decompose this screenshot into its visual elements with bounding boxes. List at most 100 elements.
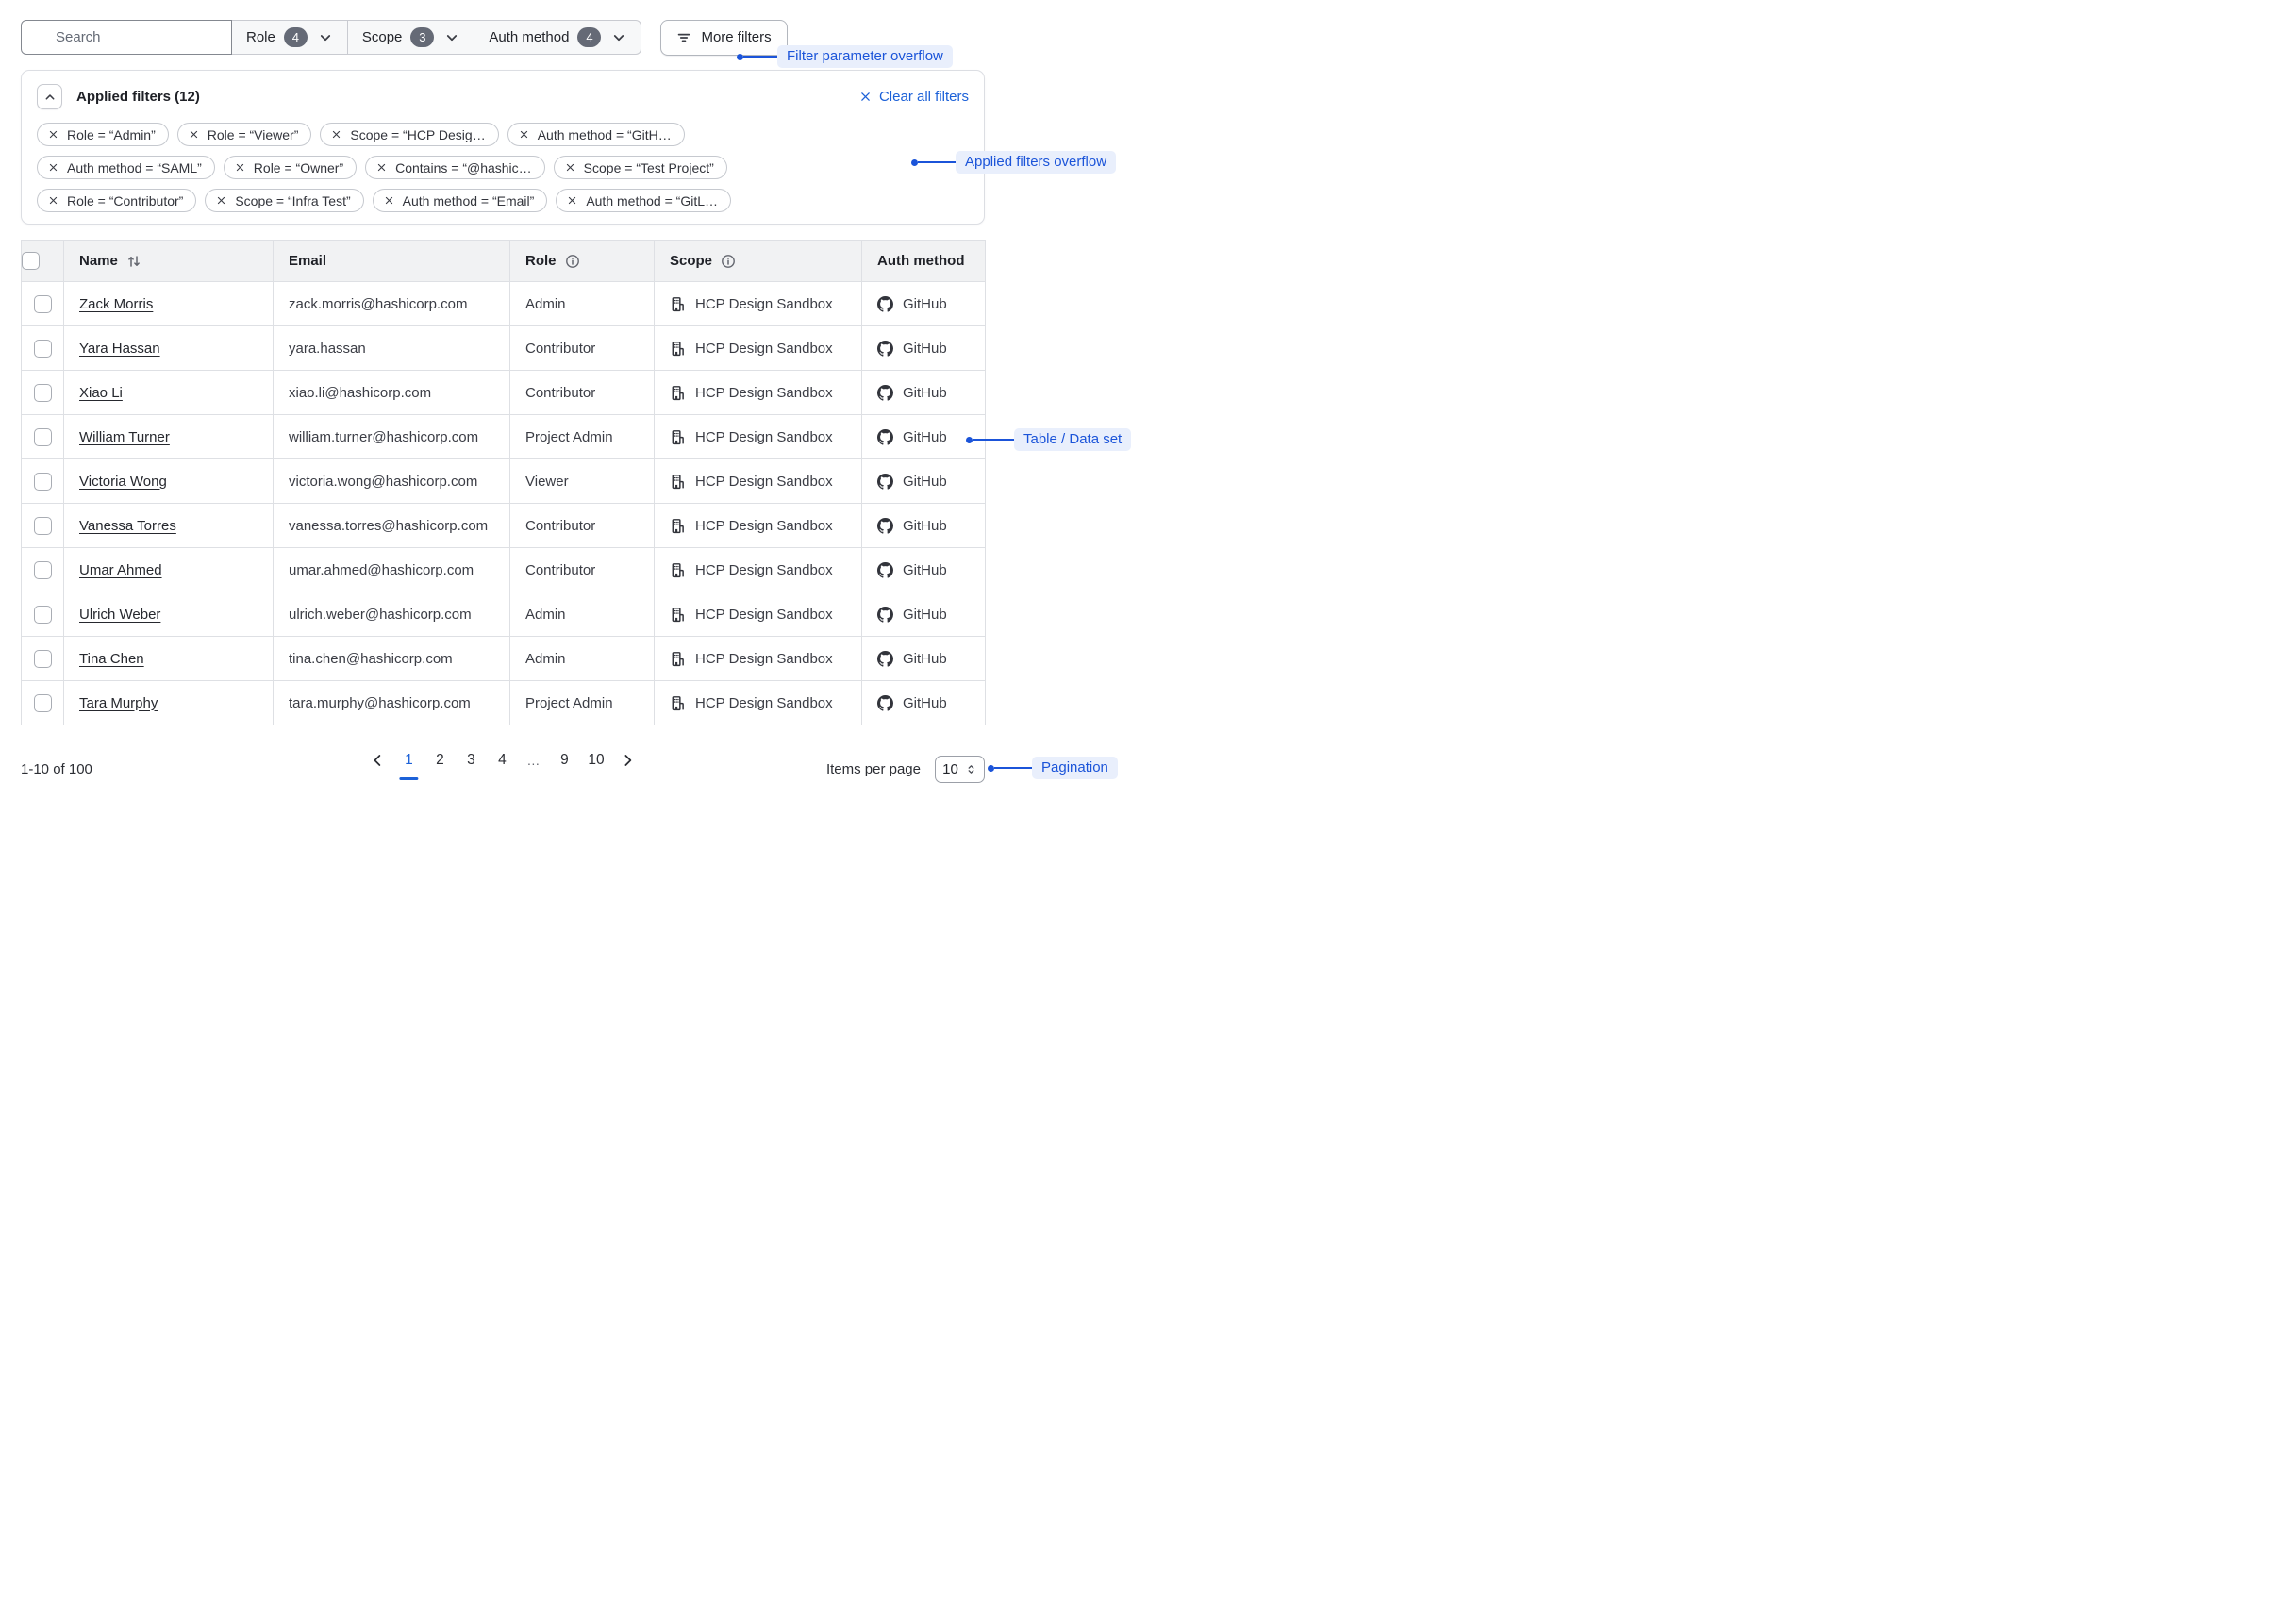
- remove-filter-icon[interactable]: [48, 195, 58, 206]
- filter-icon: [676, 30, 691, 45]
- org-icon: [670, 429, 686, 445]
- row-checkbox[interactable]: [34, 473, 52, 491]
- prev-page-button[interactable]: [370, 753, 385, 768]
- page-button-10[interactable]: 10: [588, 752, 604, 769]
- applied-filter-pill[interactable]: Role = “Contributor”: [37, 189, 196, 212]
- user-name-link[interactable]: Victoria Wong: [79, 474, 167, 490]
- chevron-down-icon: [318, 30, 333, 45]
- user-name-link[interactable]: Tara Murphy: [79, 695, 158, 711]
- remove-filter-icon[interactable]: [331, 129, 341, 140]
- user-email: zack.morris@hashicorp.com: [274, 282, 510, 326]
- page-ellipsis: …: [525, 753, 541, 768]
- row-checkbox[interactable]: [34, 340, 52, 358]
- remove-filter-icon[interactable]: [189, 129, 199, 140]
- table-row: Vanessa Torres vanessa.torres@hashicorp.…: [22, 504, 986, 548]
- user-scope: HCP Design Sandbox: [695, 385, 833, 401]
- user-name-link[interactable]: Vanessa Torres: [79, 518, 176, 534]
- info-icon[interactable]: [721, 254, 736, 269]
- user-name-link[interactable]: Yara Hassan: [79, 341, 160, 357]
- remove-filter-icon[interactable]: [216, 195, 226, 206]
- next-page-button[interactable]: [621, 753, 636, 768]
- page-button-9[interactable]: 9: [557, 752, 572, 769]
- row-checkbox[interactable]: [34, 384, 52, 402]
- page-button-3[interactable]: 3: [463, 752, 478, 769]
- remove-filter-icon[interactable]: [384, 195, 394, 206]
- remove-filter-icon[interactable]: [48, 129, 58, 140]
- pill-label: Auth method = “GitL…: [586, 193, 718, 208]
- applied-filter-pill[interactable]: Scope = “Infra Test”: [205, 189, 363, 212]
- applied-filter-pill[interactable]: Role = “Admin”: [37, 123, 169, 146]
- user-scope: HCP Design Sandbox: [695, 429, 833, 445]
- applied-filter-pill[interactable]: Contains = “@hashic…: [365, 156, 545, 179]
- user-name-link[interactable]: Zack Morris: [79, 296, 153, 312]
- row-checkbox[interactable]: [34, 295, 52, 313]
- annotation-dot: [911, 159, 918, 166]
- items-per-page-select[interactable]: 10: [935, 756, 985, 783]
- info-icon[interactable]: [565, 254, 580, 269]
- remove-filter-icon[interactable]: [376, 162, 387, 173]
- user-name-link[interactable]: Tina Chen: [79, 651, 144, 667]
- applied-filter-pill[interactable]: Scope = “Test Project”: [554, 156, 727, 179]
- role-filter-dropdown[interactable]: Role 4: [232, 20, 348, 55]
- items-per-page-value: 10: [942, 761, 958, 777]
- remove-filter-icon[interactable]: [565, 162, 575, 173]
- remove-filter-icon[interactable]: [235, 162, 245, 173]
- annotation-dot: [988, 765, 994, 772]
- user-name-link[interactable]: Xiao Li: [79, 385, 123, 401]
- sort-icon[interactable]: [126, 254, 141, 269]
- row-checkbox[interactable]: [34, 650, 52, 668]
- filter-bar: Role 4 Scope 3 Auth method 4 More filter…: [21, 20, 1127, 55]
- user-name-link[interactable]: William Turner: [79, 429, 170, 445]
- row-checkbox[interactable]: [34, 606, 52, 624]
- user-role: Project Admin: [510, 681, 655, 725]
- search-input[interactable]: [21, 20, 232, 55]
- org-icon: [670, 296, 686, 312]
- chevron-down-icon: [444, 30, 459, 45]
- page-button-1[interactable]: 1: [401, 752, 416, 769]
- github-icon: [877, 651, 893, 667]
- applied-filter-pill[interactable]: Auth method = “GitH…: [507, 123, 685, 146]
- column-header-email: Email: [289, 253, 326, 269]
- applied-filter-pill[interactable]: Role = “Owner”: [224, 156, 357, 179]
- pill-label: Scope = “Infra Test”: [235, 193, 350, 208]
- applied-filter-pill[interactable]: Auth method = “Email”: [373, 189, 548, 212]
- user-scope: HCP Design Sandbox: [695, 607, 833, 623]
- github-icon: [877, 562, 893, 578]
- table-row: Victoria Wong victoria.wong@hashicorp.co…: [22, 459, 986, 504]
- applied-filter-pill[interactable]: Role = “Viewer”: [177, 123, 312, 146]
- pill-label: Role = “Contributor”: [67, 193, 183, 208]
- github-icon: [877, 474, 893, 490]
- pill-label: Scope = “HCP Desig…: [350, 127, 485, 142]
- user-name-link[interactable]: Umar Ahmed: [79, 562, 162, 578]
- remove-filter-icon[interactable]: [48, 162, 58, 173]
- user-email: yara.hassan: [274, 326, 510, 371]
- page-button-4[interactable]: 4: [494, 752, 509, 769]
- user-role: Project Admin: [510, 415, 655, 459]
- auth-method-filter-dropdown[interactable]: Auth method 4: [474, 20, 641, 55]
- clear-all-filters-link[interactable]: Clear all filters: [859, 89, 969, 105]
- applied-filter-pill[interactable]: Scope = “HCP Desig…: [320, 123, 498, 146]
- users-table: Name Email Role Scope Auth method Zack M…: [21, 240, 986, 725]
- row-checkbox[interactable]: [34, 428, 52, 446]
- user-email: victoria.wong@hashicorp.com: [274, 459, 510, 504]
- remove-filter-icon[interactable]: [567, 195, 577, 206]
- table-row: Umar Ahmed umar.ahmed@hashicorp.com Cont…: [22, 548, 986, 592]
- annotation-line: [918, 161, 956, 163]
- user-name-link[interactable]: Ulrich Weber: [79, 607, 160, 623]
- applied-filter-pill[interactable]: Auth method = “SAML”: [37, 156, 215, 179]
- user-scope: HCP Design Sandbox: [695, 651, 833, 667]
- collapse-applied-filters-button[interactable]: [37, 84, 62, 109]
- applied-filter-pill[interactable]: Auth method = “GitL…: [556, 189, 731, 212]
- remove-filter-icon[interactable]: [519, 129, 529, 140]
- github-icon: [877, 296, 893, 312]
- select-all-checkbox[interactable]: [22, 252, 40, 270]
- user-role: Admin: [510, 637, 655, 681]
- row-checkbox[interactable]: [34, 561, 52, 579]
- row-checkbox[interactable]: [34, 694, 52, 712]
- user-auth-method: GitHub: [903, 607, 947, 623]
- page-button-2[interactable]: 2: [432, 752, 447, 769]
- row-checkbox[interactable]: [34, 517, 52, 535]
- table-row: Tara Murphy tara.murphy@hashicorp.com Pr…: [22, 681, 986, 725]
- scope-filter-dropdown[interactable]: Scope 3: [348, 20, 475, 55]
- chevron-up-icon: [43, 91, 57, 104]
